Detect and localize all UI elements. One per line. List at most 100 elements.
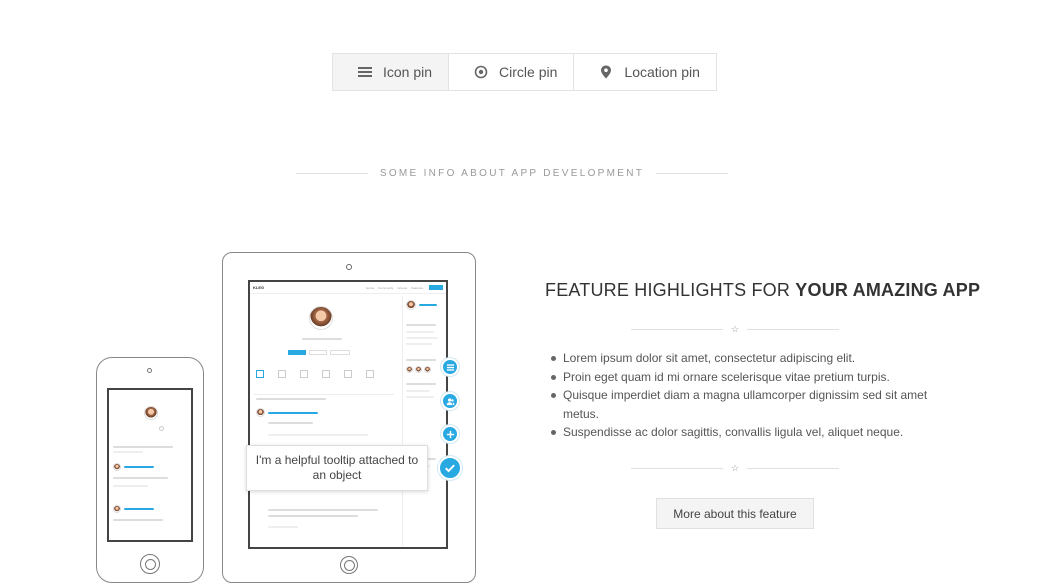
section-title: SOME INFO ABOUT APP DEVELOPMENT <box>379 168 645 179</box>
avatar <box>424 366 431 373</box>
users-icon <box>446 397 454 405</box>
mini-nav-button <box>429 285 443 290</box>
divider-line <box>747 329 840 330</box>
mini-divider <box>254 394 394 395</box>
feature-title-light: FEATURE HIGHLIGHTS FOR <box>545 280 796 300</box>
bar <box>268 411 318 414</box>
divider-line <box>747 468 840 469</box>
section-divider: SOME INFO ABOUT APP DEVELOPMENT <box>296 168 728 179</box>
mini-icon <box>278 370 286 378</box>
divider-line <box>631 329 723 330</box>
mini-icon-row <box>256 370 374 378</box>
bar <box>406 359 436 361</box>
list-item: Lorem ipsum dolor sit amet, consectetur … <box>549 349 929 368</box>
feed-item <box>113 463 189 471</box>
avatar <box>113 463 121 471</box>
add-icon <box>159 426 164 431</box>
member-avatars <box>406 366 445 373</box>
bar <box>406 383 436 385</box>
tab-location-pin[interactable]: Location pin <box>574 54 716 90</box>
mini-icon <box>322 370 330 378</box>
bar <box>268 434 368 436</box>
star-divider: ☆ <box>631 463 840 474</box>
bar <box>406 324 436 326</box>
tab-label: Icon pin <box>383 64 433 80</box>
mini-icon <box>256 370 264 378</box>
star-icon: ☆ <box>730 324 740 334</box>
ipad-mockup: KLEG Home Community Groups Features <box>222 252 476 583</box>
location-pin-icon <box>598 64 614 80</box>
mini-main <box>250 294 400 547</box>
bar <box>406 343 432 345</box>
mini-nav-link: Groups <box>397 285 408 290</box>
avatar <box>144 406 158 420</box>
check-pin-button[interactable] <box>438 456 462 480</box>
mini-logo: KLEG <box>253 285 265 290</box>
mini-action <box>288 350 306 355</box>
star-divider: ☆ <box>631 324 840 335</box>
add-pin-button[interactable] <box>441 425 459 443</box>
phone-screen <box>107 388 193 542</box>
mini-navbar: KLEG Home Community Groups Features <box>250 282 446 294</box>
bar <box>302 338 342 340</box>
feed-item <box>113 505 189 513</box>
mini-nav-link: Features <box>411 285 423 290</box>
tab-label: Location pin <box>624 64 700 80</box>
bar <box>113 446 173 448</box>
bar <box>113 477 168 479</box>
bar <box>113 519 163 521</box>
tab-icon-pin[interactable]: Icon pin <box>333 54 450 90</box>
star-icon: ☆ <box>730 463 740 473</box>
bar <box>256 398 326 400</box>
avatar <box>406 366 413 373</box>
mini-icon <box>300 370 308 378</box>
divider-line <box>631 468 723 469</box>
home-button <box>140 554 160 574</box>
home-button <box>340 556 358 574</box>
more-about-feature-button[interactable]: More about this feature <box>656 498 814 529</box>
bar <box>268 515 358 517</box>
mini-sidebar <box>402 296 446 546</box>
avatar <box>415 366 422 373</box>
tab-label: Circle pin <box>499 64 558 80</box>
avatar <box>113 505 121 513</box>
mini-action <box>330 350 350 355</box>
tab-circle-pin[interactable]: Circle pin <box>449 54 575 90</box>
bar <box>113 451 143 453</box>
phone-speaker <box>147 368 152 373</box>
feature-list: Lorem ipsum dolor sit amet, consectetur … <box>549 349 929 442</box>
bar <box>419 304 437 306</box>
bar <box>113 485 148 487</box>
mini-nav-link: Community <box>378 285 394 290</box>
divider-line <box>656 173 728 174</box>
phone-feed <box>113 446 189 521</box>
list-pin-button[interactable] <box>441 358 459 376</box>
tablet-camera <box>346 264 352 270</box>
pin-type-tabs: Icon pin Circle pin Location pin <box>332 53 717 91</box>
sidebar-user <box>406 300 445 310</box>
list-icon <box>357 64 373 80</box>
users-pin-button[interactable] <box>441 392 459 410</box>
avatar <box>406 300 416 310</box>
bar <box>268 509 378 511</box>
mini-action <box>309 350 327 355</box>
tablet-screen: KLEG Home Community Groups Features <box>248 280 448 549</box>
bar <box>124 466 154 468</box>
list-icon <box>446 363 454 371</box>
bar <box>268 526 298 528</box>
feature-title: FEATURE HIGHLIGHTS FOR YOUR AMAZING APP <box>545 280 980 301</box>
mini-nav-link: Home <box>366 285 375 290</box>
bar <box>124 508 154 510</box>
bar <box>406 396 434 398</box>
mini-icon <box>366 370 374 378</box>
list-item: Proin eget quam id mi ornare scelerisque… <box>549 368 929 387</box>
bar <box>406 337 438 339</box>
bar <box>406 390 430 392</box>
feature-title-bold: YOUR AMAZING APP <box>795 280 981 300</box>
plus-icon <box>446 430 454 438</box>
iphone-mockup <box>96 357 204 583</box>
feed-item <box>256 408 318 417</box>
avatar <box>256 408 265 417</box>
check-icon <box>445 464 455 473</box>
list-item: Quisque imperdiet diam a magna ullamcorp… <box>549 386 929 423</box>
